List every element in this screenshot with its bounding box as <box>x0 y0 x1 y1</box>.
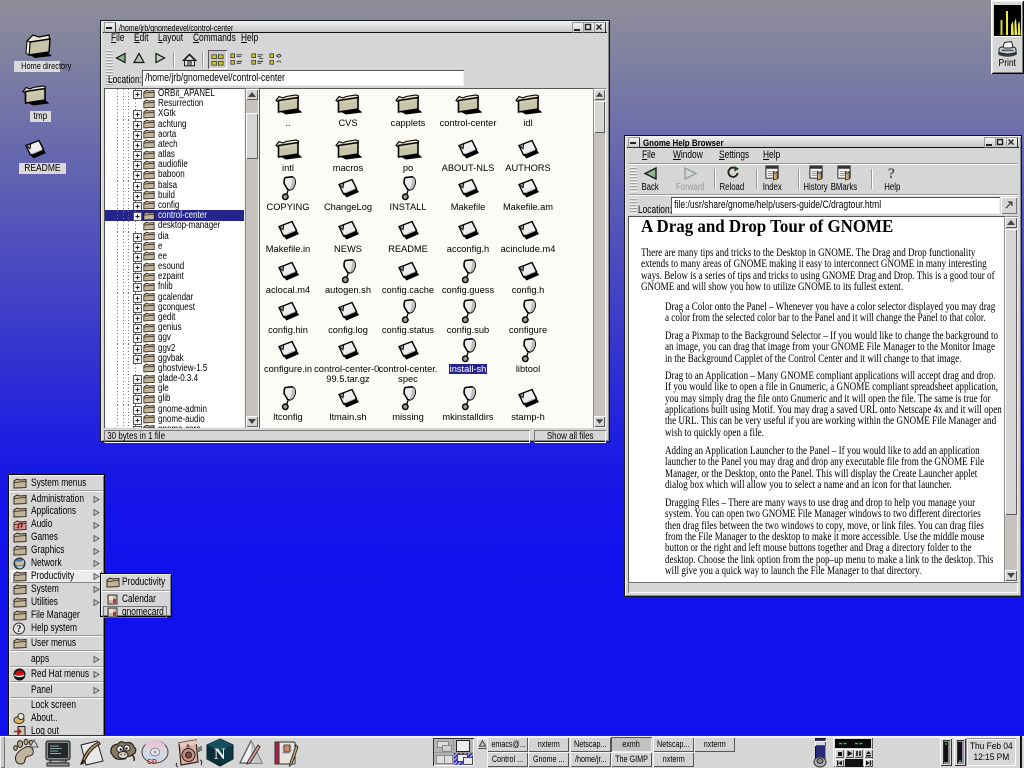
svg-text:?: ? <box>888 166 895 181</box>
svg-text:?: ? <box>17 624 22 635</box>
svg-text:CD: CD <box>147 759 157 766</box>
svg-text:N: N <box>214 746 226 763</box>
